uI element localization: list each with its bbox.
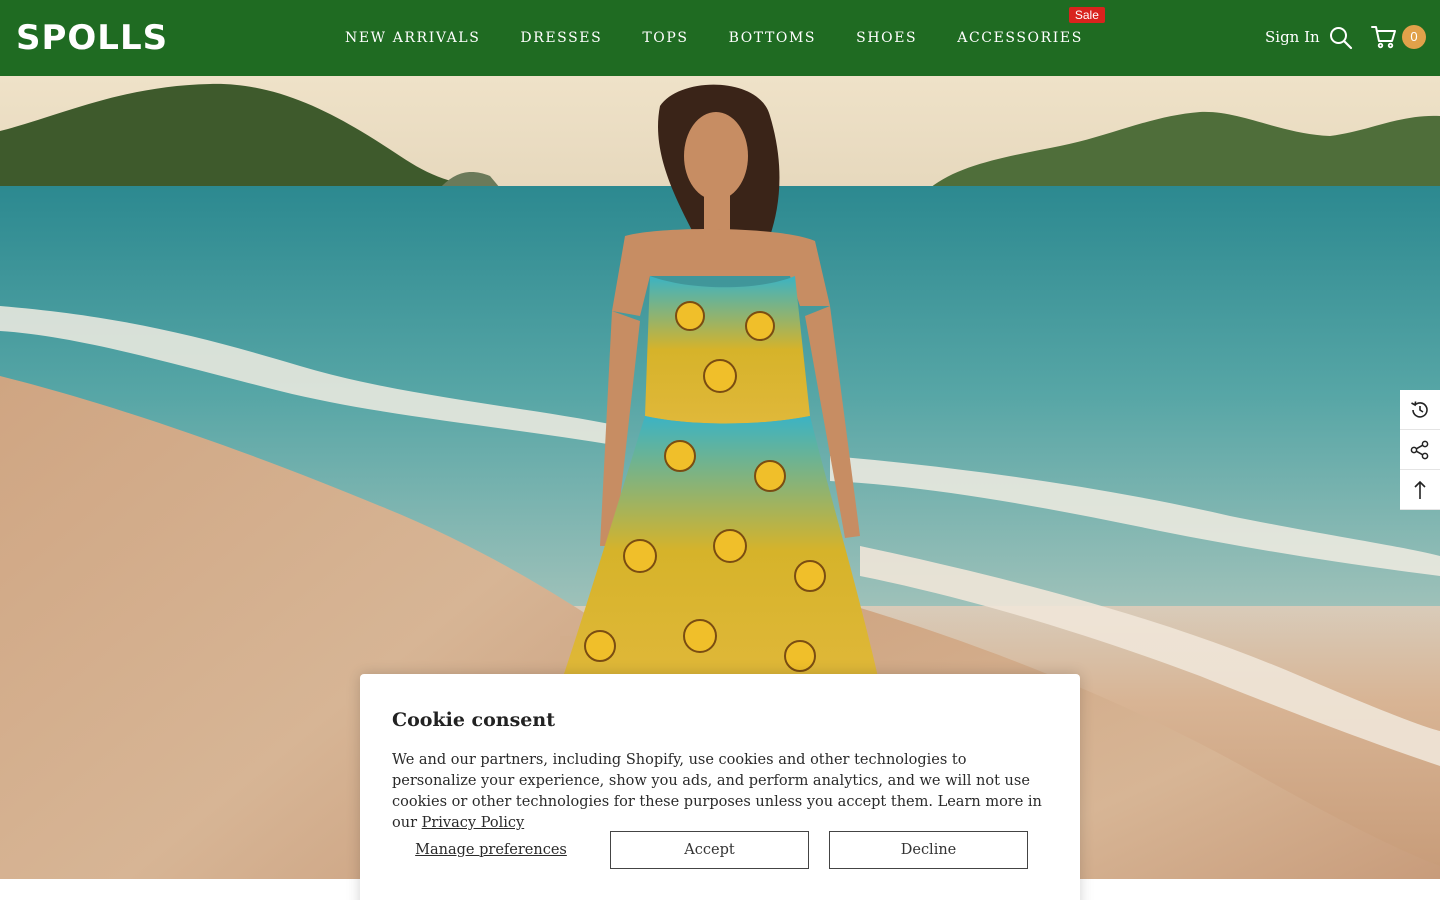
nav-item-shoes[interactable]: SHOES [836,0,937,76]
recently-viewed-icon[interactable] [1400,390,1440,430]
brand-logo[interactable]: SPOLLS [16,18,168,58]
cart-count-badge[interactable]: 0 [1402,25,1426,49]
nav-item-tops[interactable]: TOPS [622,0,708,76]
main-nav: NEW ARRIVALS DRESSES TOPS BOTTOMS SHOES … [325,0,1105,76]
nav-item-new-arrivals[interactable]: NEW ARRIVALS [325,0,500,76]
sign-in-link[interactable]: Sign In [1265,27,1320,47]
manage-preferences-button[interactable]: Manage preferences [392,831,590,869]
cookie-consent-dialog: Cookie consent We and our partners, incl… [360,674,1080,900]
cookie-actions: Manage preferences Accept Decline [392,831,1048,869]
accept-button[interactable]: Accept [610,831,809,869]
cart-icon[interactable] [1371,24,1397,50]
nav-item-label: SHOES [856,30,918,46]
decline-button[interactable]: Decline [829,831,1028,869]
nav-item-accessories[interactable]: ACCESSORIES Sale [937,0,1105,76]
share-icon[interactable] [1400,430,1440,470]
nav-item-label: ACCESSORIES [957,30,1083,46]
sale-badge: Sale [1068,7,1105,23]
nav-item-label: NEW ARRIVALS [345,30,481,46]
nav-item-label: BOTTOMS [728,30,817,46]
cookie-title: Cookie consent [392,709,555,731]
nav-item-dresses[interactable]: DRESSES [500,0,622,76]
site-header: SPOLLS NEW ARRIVALS DRESSES TOPS BOTTOMS… [0,0,1440,76]
nav-item-bottoms[interactable]: BOTTOMS [709,0,837,76]
search-icon[interactable] [1328,25,1354,51]
back-to-top-icon[interactable] [1400,470,1440,510]
nav-item-label: DRESSES [520,30,603,46]
privacy-policy-link[interactable]: Privacy Policy [422,815,525,831]
cookie-body: We and our partners, including Shopify, … [392,750,1048,834]
side-toolbar [1400,390,1440,510]
nav-item-label: TOPS [642,30,689,46]
